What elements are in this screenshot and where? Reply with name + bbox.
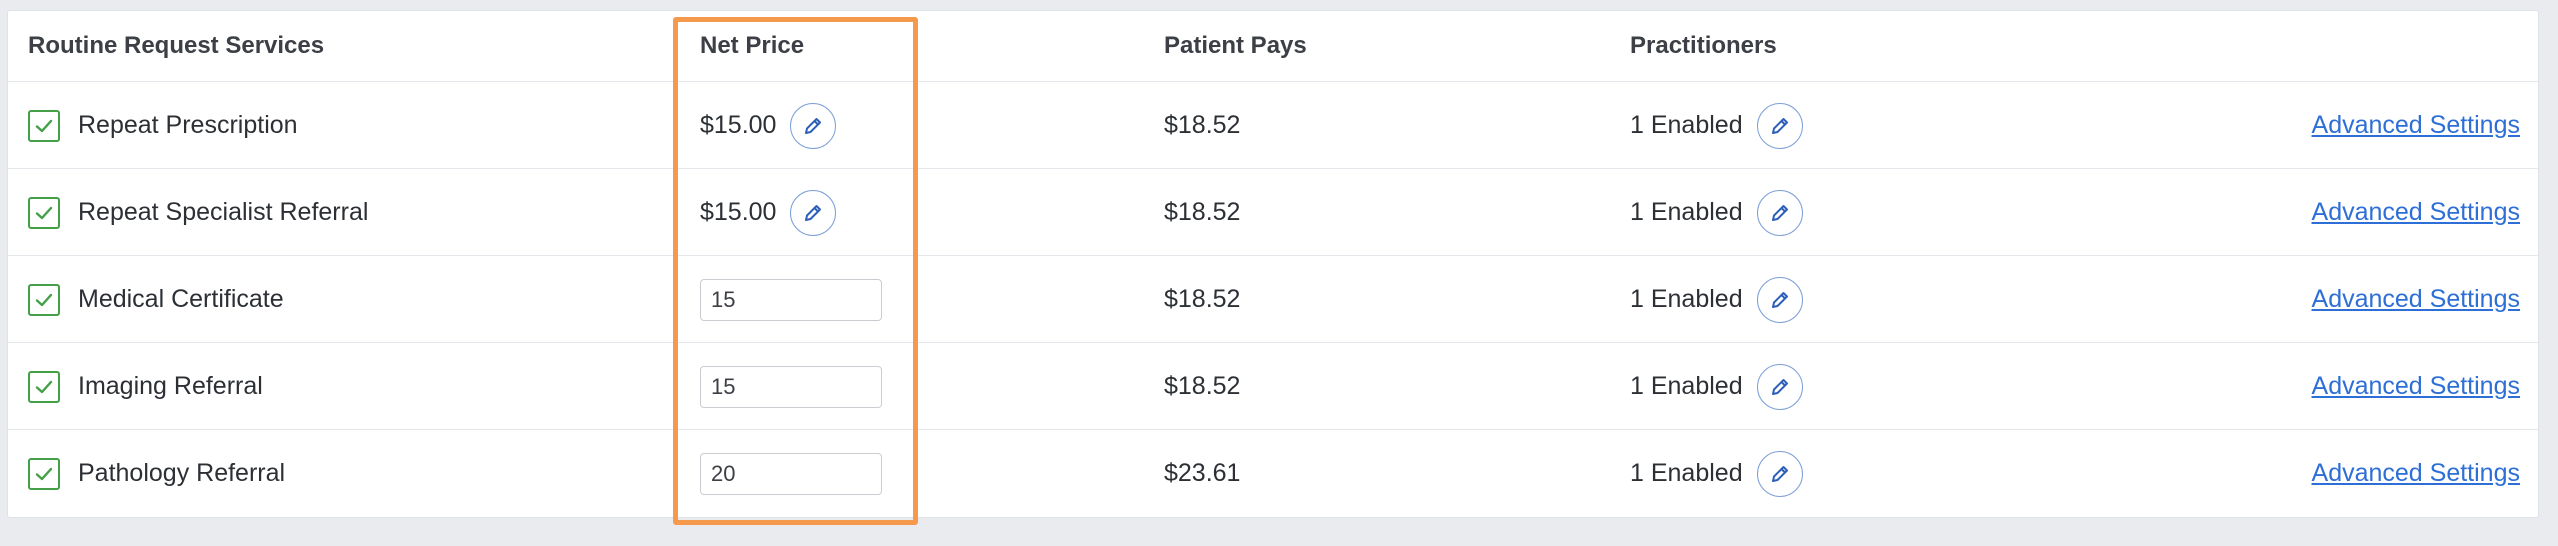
advanced-settings-link[interactable]: Advanced Settings [2312, 111, 2520, 140]
edit-practitioners-button[interactable] [1756, 363, 1803, 410]
header-net-price: Net Price [700, 32, 805, 59]
edit-practitioners-button[interactable] [1756, 189, 1803, 236]
service-cell: Pathology Referral [28, 430, 285, 517]
patient-pays-value: $23.61 [1164, 459, 1241, 487]
patient-pays-value: $18.52 [1164, 111, 1241, 139]
pencil-icon [1769, 463, 1791, 485]
patient-pays-cell: $23.61 [1164, 430, 1240, 517]
advanced-settings-cell: Advanced Settings [2312, 82, 2520, 169]
pencil-icon [1769, 202, 1791, 224]
header-practitioners: Practitioners [1630, 32, 1777, 59]
service-cell: Imaging Referral [28, 343, 263, 430]
practitioners-cell: 1 Enabled [1630, 343, 1803, 430]
patient-pays-cell: $18.52 [1164, 343, 1240, 430]
patient-pays-value: $18.52 [1164, 198, 1241, 226]
check-icon [33, 115, 55, 137]
pencil-icon [1769, 376, 1791, 398]
patient-pays-value: $18.52 [1164, 372, 1241, 400]
edit-practitioners-button[interactable] [1756, 276, 1803, 323]
patient-pays-cell: $18.52 [1164, 82, 1240, 169]
advanced-settings-link[interactable]: Advanced Settings [2312, 198, 2520, 227]
service-name: Repeat Prescription [78, 111, 298, 139]
service-checkbox[interactable] [28, 457, 60, 490]
net-price-cell: $15.00 [700, 82, 837, 169]
service-cell: Repeat Specialist Referral [28, 169, 368, 256]
advanced-settings-link[interactable]: Advanced Settings [2312, 372, 2520, 401]
check-icon [33, 289, 55, 311]
advanced-settings-cell: Advanced Settings [2312, 343, 2520, 430]
practitioners-count: 1 Enabled [1630, 459, 1743, 487]
header-patient-pays: Patient Pays [1164, 32, 1307, 59]
advanced-settings-cell: Advanced Settings [2312, 169, 2520, 256]
table-row: Imaging Referral $18.52 1 Enabled Advanced … [8, 343, 2538, 430]
patient-pays-cell: $18.52 [1164, 169, 1240, 256]
advanced-settings-link[interactable]: Advanced Settings [2312, 459, 2520, 488]
patient-pays-value: $18.52 [1164, 285, 1241, 313]
service-name: Repeat Specialist Referral [78, 198, 369, 226]
services-table-panel: Routine Request Services Net Price Patie… [7, 10, 2539, 518]
service-checkbox[interactable] [28, 283, 60, 316]
practitioners-cell: 1 Enabled [1630, 256, 1803, 343]
check-icon [33, 463, 55, 485]
patient-pays-cell: $18.52 [1164, 256, 1240, 343]
service-checkbox[interactable] [28, 370, 60, 403]
table-row: Medical Certificate $18.52 1 Enabled Advanc… [8, 256, 2538, 343]
pencil-icon [1769, 289, 1791, 311]
service-checkbox[interactable] [28, 196, 60, 229]
table-row: Pathology Referral $23.61 1 Enabled Advance… [8, 430, 2538, 517]
check-icon [33, 202, 55, 224]
net-price-value: $15.00 [700, 111, 777, 139]
pencil-icon [802, 202, 824, 224]
practitioners-cell: 1 Enabled [1630, 430, 1803, 517]
net-price-input[interactable] [700, 278, 882, 321]
practitioners-count: 1 Enabled [1630, 111, 1743, 139]
table-row: Repeat Specialist Referral $15.00 $18.52 1 … [8, 169, 2538, 256]
edit-practitioners-button[interactable] [1756, 102, 1803, 149]
practitioners-count: 1 Enabled [1630, 198, 1743, 226]
table-header: Routine Request Services Net Price Patie… [8, 11, 2538, 82]
net-price-cell [700, 430, 882, 517]
edit-net-price-button[interactable] [790, 102, 837, 149]
net-price-value: $15.00 [700, 198, 777, 226]
table-row: Repeat Prescription $15.00 $18.52 1 Enabled… [8, 82, 2538, 169]
service-name: Medical Certificate [78, 285, 284, 313]
edit-practitioners-button[interactable] [1756, 450, 1803, 497]
net-price-cell [700, 256, 882, 343]
pencil-icon [802, 115, 824, 137]
check-icon [33, 376, 55, 398]
practitioners-cell: 1 Enabled [1630, 82, 1803, 169]
service-checkbox[interactable] [28, 109, 60, 142]
edit-net-price-button[interactable] [790, 189, 837, 236]
advanced-settings-link[interactable]: Advanced Settings [2312, 285, 2520, 314]
net-price-input[interactable] [700, 452, 882, 495]
advanced-settings-cell: Advanced Settings [2312, 430, 2520, 517]
net-price-cell: $15.00 [700, 169, 837, 256]
service-cell: Repeat Prescription [28, 82, 298, 169]
service-name: Pathology Referral [78, 459, 286, 487]
net-price-input[interactable] [700, 365, 882, 408]
net-price-cell [700, 343, 882, 430]
practitioners-count: 1 Enabled [1630, 285, 1743, 313]
pencil-icon [1769, 115, 1791, 137]
practitioners-cell: 1 Enabled [1630, 169, 1803, 256]
header-service: Routine Request Services [28, 32, 325, 59]
service-name: Imaging Referral [78, 372, 263, 400]
advanced-settings-cell: Advanced Settings [2312, 256, 2520, 343]
service-cell: Medical Certificate [28, 256, 284, 343]
practitioners-count: 1 Enabled [1630, 372, 1743, 400]
